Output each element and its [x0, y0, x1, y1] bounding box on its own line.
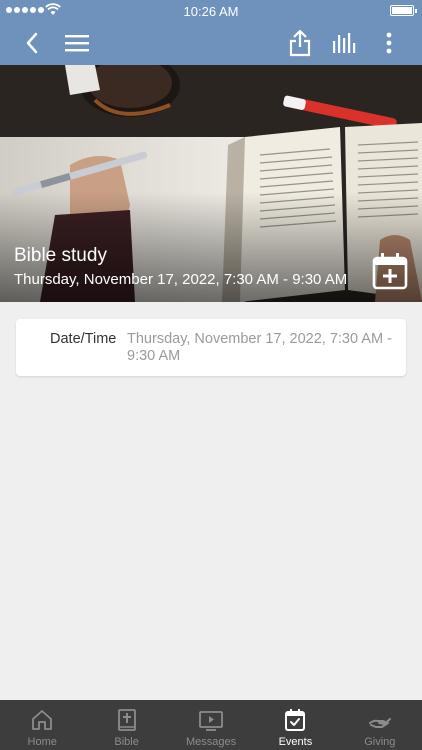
- more-button[interactable]: [373, 27, 405, 59]
- tab-messages[interactable]: Messages: [169, 700, 253, 750]
- tab-label: Bible: [114, 736, 139, 748]
- tab-bible[interactable]: Bible: [84, 700, 168, 750]
- bottom-tab-bar: Home Bible Messages Events Giving: [0, 700, 422, 750]
- events-icon: [285, 709, 306, 731]
- add-to-calendar-button[interactable]: [372, 252, 408, 290]
- menu-button[interactable]: [61, 27, 93, 59]
- tab-label: Events: [278, 736, 313, 748]
- stats-button[interactable]: [329, 27, 361, 59]
- event-datetime: Thursday, November 17, 2022, 7:30 AM - 9…: [14, 271, 348, 288]
- tab-giving[interactable]: Giving: [338, 700, 422, 750]
- more-vertical-icon: [386, 32, 392, 54]
- calendar-add-icon: [372, 253, 408, 290]
- tab-home[interactable]: Home: [0, 700, 84, 750]
- datetime-value: Thursday, November 17, 2022, 7:30 AM - 9…: [127, 331, 392, 364]
- home-icon: [32, 710, 53, 730]
- tab-label: Messages: [185, 736, 237, 748]
- share-icon: [289, 29, 311, 57]
- tab-events[interactable]: Events: [253, 700, 337, 750]
- share-button[interactable]: [284, 27, 316, 59]
- chevron-left-icon: [26, 32, 38, 54]
- nav-bar: [0, 22, 422, 65]
- status-time: 10:26 AM: [183, 4, 239, 19]
- event-details-card: Date/Time Thursday, November 17, 2022, 7…: [16, 319, 406, 376]
- tab-label: Home: [27, 736, 57, 748]
- bar-chart-icon: [333, 33, 356, 53]
- hamburger-menu-icon: [65, 35, 89, 52]
- top-bar: 10:26 AM: [0, 0, 422, 65]
- back-button[interactable]: [16, 27, 48, 59]
- status-bar: 10:26 AM: [0, 0, 422, 22]
- datetime-label: Date/Time: [50, 331, 117, 347]
- messages-icon: [199, 711, 223, 731]
- event-hero-image: Bible study Thursday, November 17, 2022,…: [0, 65, 422, 302]
- giving-icon: [368, 718, 391, 728]
- bible-icon: [117, 709, 136, 731]
- tab-label: Giving: [364, 736, 396, 748]
- event-title: Bible study: [14, 245, 107, 266]
- battery-icon: [390, 5, 417, 16]
